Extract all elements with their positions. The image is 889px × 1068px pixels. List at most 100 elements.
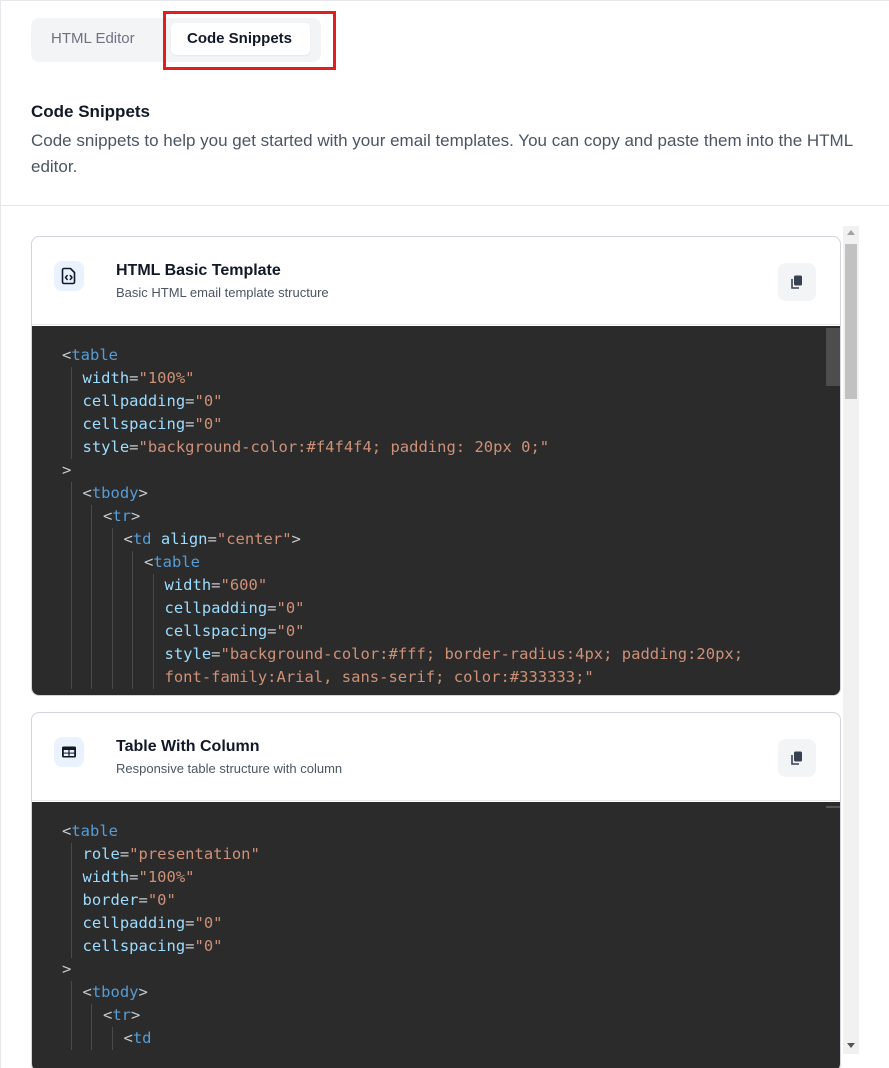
code-token: < — [62, 822, 72, 840]
code-block[interactable]: <table role="presentation" width="100%" bor… — [32, 802, 840, 1068]
snippet-title: Table With Column — [116, 738, 260, 755]
indent-guide — [70, 620, 72, 643]
code-text: <td — [124, 1027, 152, 1050]
code-text: <table — [62, 344, 118, 367]
indent-guide — [70, 1027, 72, 1050]
code-token: > — [291, 530, 301, 548]
code-token: "600" — [220, 576, 268, 594]
indent-guide — [91, 643, 92, 666]
indent-guide — [111, 551, 113, 574]
code-text: cellspacing="0" — [83, 413, 223, 436]
code-token: table — [71, 346, 119, 364]
indent-guide — [70, 889, 72, 912]
code-token: > — [138, 983, 148, 1001]
code-text: width="600" — [165, 574, 268, 597]
code-token: "100%" — [138, 369, 195, 387]
code-text: style="background-color:#fff; border-rad… — [165, 643, 744, 666]
indent-guide — [132, 597, 133, 620]
code-scrollbar[interactable] — [826, 326, 840, 695]
code-token: = — [211, 645, 221, 663]
code-token: style — [164, 645, 212, 663]
copy-button[interactable] — [778, 739, 816, 777]
code-token: tbody — [91, 983, 139, 1001]
code-token: > — [131, 507, 141, 525]
indent-guide — [70, 367, 72, 390]
indent-guide — [70, 981, 72, 1004]
indent-guide — [152, 620, 154, 643]
code-token: = — [129, 868, 139, 886]
code-text: <tr> — [103, 505, 140, 528]
snippet-card: Table With Column Responsive table struc… — [31, 712, 841, 1068]
code-token: width — [82, 369, 130, 387]
code-scrollbar-thumb[interactable] — [826, 328, 840, 386]
indent-guide — [152, 574, 154, 597]
code-text: width="100%" — [83, 866, 195, 889]
code-text: <tbody> — [83, 981, 148, 1004]
copy-icon — [791, 275, 802, 289]
code-token: > — [138, 484, 148, 502]
indent-guide — [111, 597, 113, 620]
scroll-down-icon[interactable] — [847, 1043, 855, 1048]
code-token: cellspacing — [164, 622, 268, 640]
scroll-up-icon[interactable] — [847, 230, 855, 235]
code-text: <table — [144, 551, 200, 574]
code-text: width="100%" — [83, 367, 195, 390]
indent-guide — [70, 436, 72, 459]
tab-html-editor[interactable]: HTML Editor — [51, 23, 135, 55]
indent-guide — [70, 505, 72, 528]
tab-code-snippets[interactable]: Code Snippets — [171, 23, 310, 55]
code-token: cellpadding — [82, 392, 186, 410]
indent-guide — [91, 551, 92, 574]
code-text: cellpadding="0" — [165, 597, 305, 620]
snippet-subtitle: Responsive table structure with column — [116, 761, 343, 776]
code-token: = — [185, 914, 195, 932]
code-text: cellpadding="0" — [83, 912, 223, 935]
code-token: "0" — [194, 392, 223, 410]
code-token: td — [132, 530, 152, 548]
indent-guide — [70, 843, 72, 866]
code-token: cellspacing — [82, 937, 186, 955]
code-token: < — [144, 553, 154, 571]
code-token: = — [267, 622, 277, 640]
page-scrollbar[interactable] — [843, 226, 859, 1054]
code-text: > — [62, 958, 71, 981]
indent-guide — [70, 666, 72, 689]
code-token: "presentation" — [129, 845, 260, 863]
indent-guide — [91, 666, 92, 689]
indent-guide — [152, 666, 154, 689]
indent-guide — [132, 666, 133, 689]
code-token: "0" — [276, 622, 305, 640]
code-token: = — [185, 392, 195, 410]
code-token: = — [129, 438, 139, 456]
code-token: < — [82, 983, 92, 1001]
code-token: > — [62, 461, 72, 479]
code-token: = — [185, 937, 195, 955]
code-token: width — [164, 576, 212, 594]
html-file-icon — [54, 261, 84, 291]
code-block[interactable]: <table width="100%" cellpadding="0" cellspa… — [32, 326, 840, 695]
code-token: < — [62, 346, 72, 364]
code-token: align — [160, 530, 208, 548]
indent-guide — [91, 597, 92, 620]
snippet-subtitle: Basic HTML email template structure — [116, 285, 329, 300]
copy-button[interactable] — [778, 263, 816, 301]
code-text: <tbody> — [83, 482, 148, 505]
code-token: role — [82, 845, 120, 863]
page-scrollbar-thumb[interactable] — [845, 244, 857, 399]
code-text: cellspacing="0" — [83, 935, 223, 958]
code-text: font-family:Arial, sans-serif; color:#33… — [165, 666, 594, 689]
code-scrollbar-marker — [826, 806, 840, 808]
code-text: <tr> — [103, 1004, 140, 1027]
indent-guide — [70, 597, 72, 620]
code-text: <table — [62, 820, 118, 843]
code-token: style — [82, 438, 130, 456]
indent-guide — [70, 866, 72, 889]
code-token: = — [185, 415, 195, 433]
code-token: = — [267, 599, 277, 617]
indent-guide — [91, 620, 92, 643]
code-token: = — [129, 369, 139, 387]
code-text: cellspacing="0" — [165, 620, 305, 643]
indent-guide — [111, 1027, 113, 1050]
code-token: = — [138, 891, 148, 909]
